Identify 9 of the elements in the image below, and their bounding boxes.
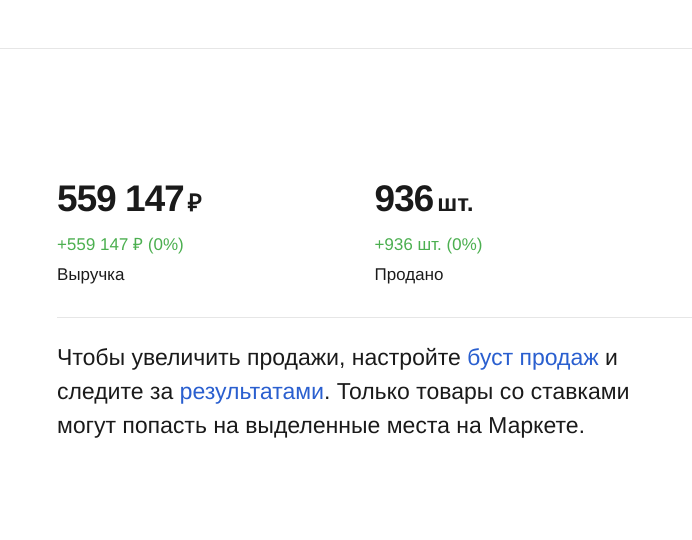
stat-value: 559 147₽	[57, 177, 202, 221]
link[interactable]: результатами	[180, 378, 324, 404]
info-paragraph: Чтобы увеличить продажи, настройте буст продаж и следите за результатами. Только товары со ставками могут попасть на выделенные места на Маркете.	[57, 343, 630, 440]
stat-label: Выручка	[57, 264, 124, 286]
stat-value: 936 шт.	[374, 177, 474, 221]
stat-delta: +936 шт. (0%)	[374, 234, 482, 256]
stat-delta: +559 147 ₽ (0%)	[57, 234, 184, 256]
link[interactable]: буст продаж	[467, 344, 599, 370]
stat-label: Продано	[374, 264, 444, 286]
